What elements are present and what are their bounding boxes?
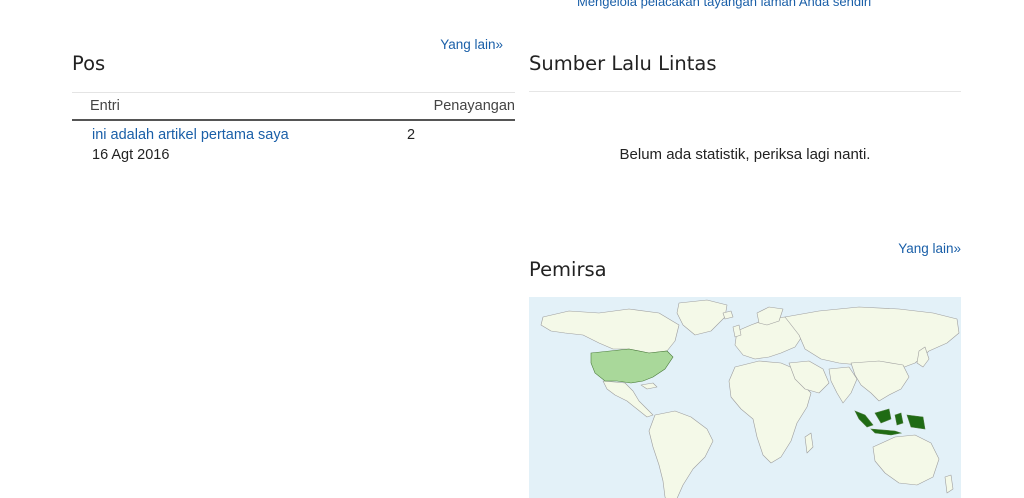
divider bbox=[529, 91, 961, 92]
no-stats-message: Belum ada statistik, periksa lagi nanti. bbox=[619, 146, 871, 163]
post-title-link[interactable]: ini adalah artikel pertama saya bbox=[92, 127, 289, 143]
map-country-indonesia[interactable] bbox=[854, 408, 926, 436]
world-map-graphic bbox=[540, 299, 960, 498]
manage-tracking-link[interactable]: Mengelola pelacakan tayangan laman Anda … bbox=[577, 0, 871, 9]
posts-table: Entri Penayangan ini adalah artikel pert… bbox=[72, 92, 515, 169]
audience-title: Pemirsa bbox=[529, 258, 607, 281]
column-header-entry: Entri bbox=[90, 98, 120, 114]
post-date: 16 Agt 2016 bbox=[92, 147, 170, 163]
post-views-count: 2 bbox=[407, 127, 416, 143]
traffic-sources-title: Sumber Lalu Lintas bbox=[529, 52, 717, 75]
map-country-united-states[interactable] bbox=[590, 348, 674, 384]
land-masses bbox=[540, 299, 960, 498]
world-map[interactable] bbox=[529, 297, 961, 498]
posts-table-header: Entri Penayangan bbox=[72, 92, 515, 121]
posts-more-link[interactable]: Yang lain» bbox=[440, 37, 503, 52]
column-header-views: Penayangan bbox=[433, 98, 515, 114]
audience-more-link[interactable]: Yang lain» bbox=[898, 241, 961, 256]
table-row: ini adalah artikel pertama saya 16 Agt 2… bbox=[72, 121, 515, 169]
posts-title: Pos bbox=[72, 52, 106, 75]
